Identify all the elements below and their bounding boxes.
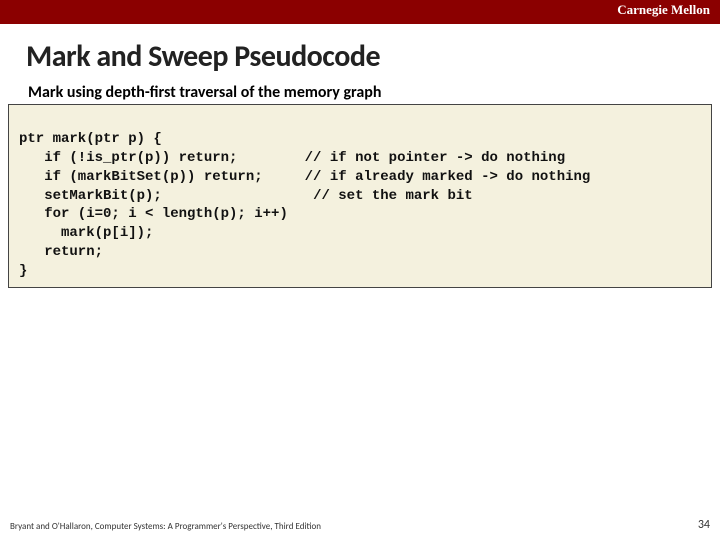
slide-subtitle: Mark using depth-first traversal of the … [28, 83, 720, 102]
code-line: if (!is_ptr(p)) return; // if not pointe… [19, 150, 565, 166]
code-line: if (markBitSet(p)) return; // if already… [19, 169, 590, 185]
code-line: } [19, 263, 27, 279]
code-line: setMarkBit(p); // set the mark bit [19, 188, 473, 204]
code-text: if (!is_ptr(p)) return; [19, 150, 237, 166]
code-line: ptr mark(ptr p) { [19, 131, 162, 147]
institution-label: Carnegie Mellon [617, 2, 710, 18]
code-line: return; [19, 244, 103, 260]
footer-attribution: Bryant and O'Hallaron, Computer Systems:… [10, 521, 321, 532]
code-line: mark(p[i]); [19, 225, 153, 241]
code-text: if (markBitSet(p)) return; [19, 169, 263, 185]
code-text: setMarkBit(p); [19, 188, 162, 204]
slide-title: Mark and Sweep Pseudocode [26, 38, 720, 75]
header-bar: Carnegie Mellon [0, 0, 720, 24]
code-comment: // if not pointer -> do nothing [305, 150, 565, 166]
footer: Bryant and O'Hallaron, Computer Systems:… [10, 518, 710, 532]
code-block: ptr mark(ptr p) { if (!is_ptr(p)) return… [8, 104, 712, 288]
code-line: for (i=0; i < length(p); i++) [19, 206, 288, 222]
code-comment: // if already marked -> do nothing [305, 169, 591, 185]
page-number: 34 [698, 518, 710, 532]
code-comment: // set the mark bit [313, 188, 473, 204]
